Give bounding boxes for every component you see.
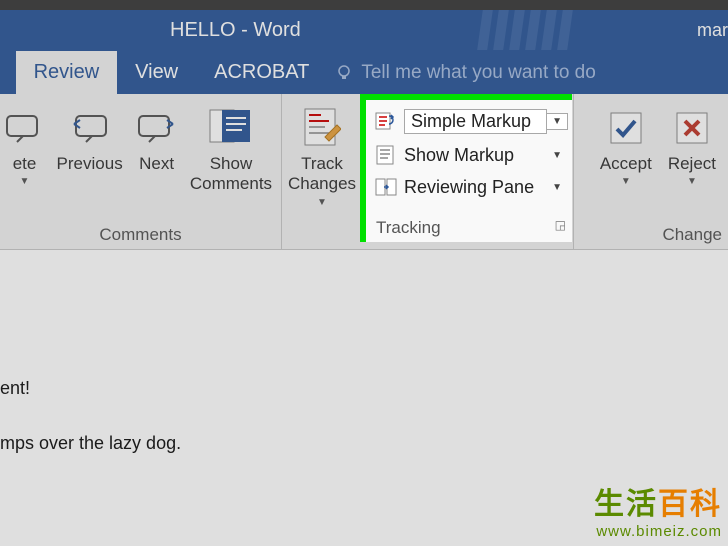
track-changes-icon — [303, 104, 341, 152]
accept-icon — [607, 104, 645, 152]
ribbon-tabs: Review View ACROBAT Tell me what you wan… — [0, 50, 728, 94]
group-comments: ete ▼ Previous Next Show Comments — [0, 94, 282, 249]
group-tracking-left: Track Changes ▼ — [282, 94, 362, 249]
chevron-down-icon: ▼ — [546, 182, 568, 193]
dialog-launcher-icon[interactable]: ◲ — [555, 218, 566, 238]
reviewing-pane-dropdown[interactable]: Reviewing Pane ▼ — [370, 171, 572, 203]
show-markup-icon — [374, 144, 398, 166]
title-bar: HELLO - Word mar — [0, 10, 728, 50]
ribbon: ete ▼ Previous Next Show Comments — [0, 94, 728, 250]
tab-acrobat[interactable]: ACROBAT — [196, 51, 327, 94]
tab-partial[interactable] — [0, 51, 16, 94]
reject-icon — [673, 104, 711, 152]
watermark: 生活百科 www.bimeiz.com — [594, 479, 722, 540]
user-name: mar — [697, 20, 728, 41]
tab-review[interactable]: Review — [16, 51, 118, 94]
tracking-panel: Simple Markup▼ Show Markup ▼ Reviewing P… — [366, 100, 572, 242]
delete-comment-icon — [5, 104, 45, 152]
tell-me-search[interactable]: Tell me what you want to do — [327, 52, 603, 94]
next-comment-button[interactable]: Next — [130, 100, 183, 174]
group-changes-label: Change — [580, 221, 722, 247]
document-title: HELLO - Word — [170, 19, 301, 42]
title-decoration — [480, 10, 600, 50]
document-text-line: ent! — [0, 370, 728, 407]
chevron-down-icon: ▼ — [621, 176, 631, 187]
lightbulb-icon — [335, 64, 353, 82]
chevron-down-icon: ▼ — [547, 113, 568, 130]
reviewing-pane-icon — [374, 176, 398, 198]
chevron-down-icon: ▼ — [317, 197, 327, 208]
show-comments-icon — [208, 104, 254, 152]
window-frame-top — [0, 0, 728, 10]
reject-button[interactable]: Reject ▼ — [662, 100, 722, 187]
accept-button[interactable]: Accept ▼ — [594, 100, 658, 187]
chevron-down-icon: ▼ — [546, 150, 568, 161]
group-tracking-label: Tracking ◲ — [370, 214, 572, 242]
markup-display-icon — [374, 111, 398, 133]
tab-view[interactable]: View — [117, 51, 196, 94]
delete-comment-button[interactable]: ete ▼ — [0, 100, 49, 187]
show-comments-button[interactable]: Show Comments — [187, 100, 275, 195]
group-changes: Accept ▼ Reject ▼ Change — [573, 94, 728, 249]
show-markup-dropdown[interactable]: Show Markup ▼ — [370, 139, 572, 171]
track-changes-button[interactable]: Track Changes ▼ — [288, 100, 356, 208]
previous-comment-button[interactable]: Previous — [53, 100, 126, 174]
chevron-down-icon: ▼ — [687, 176, 697, 187]
document-text-line: mps over the lazy dog. — [0, 425, 728, 462]
group-comments-label: Comments — [6, 221, 275, 247]
display-for-review-dropdown[interactable]: Simple Markup▼ — [370, 104, 572, 139]
chevron-down-icon: ▼ — [20, 176, 30, 187]
next-comment-icon — [135, 104, 179, 152]
previous-comment-icon — [68, 104, 112, 152]
tell-me-placeholder: Tell me what you want to do — [361, 62, 595, 84]
